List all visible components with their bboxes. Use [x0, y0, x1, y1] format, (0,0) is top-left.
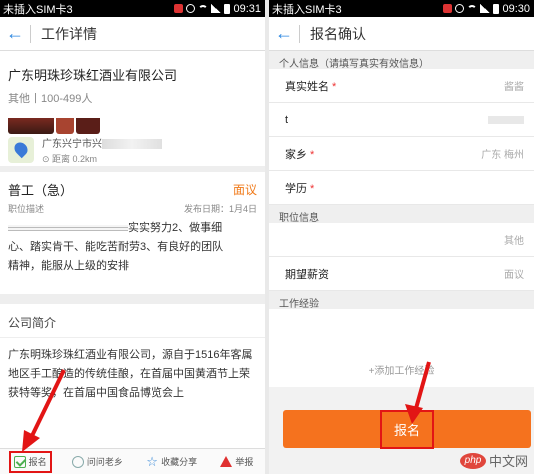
bottom-action-bar: 报名 问问老乡 ☆ 收藏分享 举报	[0, 448, 265, 474]
back-arrow-icon[interactable]: ←	[0, 17, 30, 51]
hometown-value: 广东 梅州	[481, 150, 524, 161]
header: ← 工作详情	[0, 17, 265, 51]
header: ← 报名确认	[269, 17, 534, 51]
alarm-icon	[186, 4, 196, 13]
favorite-share-button[interactable]: ☆ 收藏分享	[143, 451, 200, 473]
job-info-header: 职位信息	[269, 205, 534, 224]
clock: 09:31	[233, 2, 261, 15]
company-meta: 其他丨100-499人	[8, 93, 93, 105]
page-title: 工作详情	[41, 25, 97, 42]
warning-icon	[220, 456, 233, 467]
battery-icon	[493, 3, 500, 14]
name-value: 酱酱	[504, 82, 524, 93]
job-description: 实实努力2、做事细 心、踏实肯干、能吃苦耐劳3、有良好的团队 精神，能服从上级的…	[8, 222, 224, 272]
job-title: 普工（急）	[8, 182, 74, 198]
add-experience-link[interactable]: +添加工作经验	[369, 362, 435, 377]
location-row[interactable]: 广东兴宁市兴 ⊙ 距离 0.2km	[0, 134, 265, 172]
submit-label: 报名	[379, 409, 434, 449]
status-bar: 未插入SIM卡3 09:30	[269, 0, 534, 17]
photo-thumbnail[interactable]	[56, 118, 74, 134]
expected-salary-field[interactable]: 期望薪资 面议	[269, 257, 534, 291]
job-type-field[interactable]: 其他	[269, 223, 534, 257]
apply-icon	[13, 455, 26, 468]
alarm-icon	[455, 4, 465, 13]
signal-icon	[480, 4, 491, 13]
carrier-label: 未插入SIM卡3	[3, 3, 73, 16]
clock: 09:30	[502, 2, 530, 15]
publish-date: 发布日期：1月4日	[183, 204, 257, 214]
php-logo: php	[459, 452, 486, 469]
expected-salary-value: 面议	[504, 270, 524, 281]
distance-text: 距离 0.2km	[52, 154, 98, 164]
salary: 面议	[232, 182, 257, 197]
personal-info-header: 个人信息（请填写真实有效信息）	[269, 51, 534, 70]
photo-thumbnail[interactable]	[8, 118, 54, 134]
apply-button[interactable]: 报名	[8, 450, 52, 473]
carrier-label: 未插入SIM卡3	[272, 3, 342, 16]
phone-field[interactable]: t	[269, 103, 534, 137]
education-field[interactable]: 学历 *	[269, 171, 534, 205]
name-field[interactable]: 真实姓名 * 酱酱	[269, 69, 534, 103]
experience-header: 工作经验	[269, 291, 534, 310]
people-icon	[71, 455, 84, 468]
address-text: 广东兴宁市兴	[42, 139, 102, 150]
hometown-field[interactable]: 家乡 * 广东 梅州	[269, 137, 534, 171]
job-desc-label: 职位描述	[8, 204, 45, 214]
wifi-icon	[467, 4, 478, 13]
photo-thumbnail[interactable]	[76, 118, 100, 134]
job-type-value: 其他	[504, 236, 524, 247]
company-name: 广东明珠珍珠红酒业有限公司	[8, 68, 178, 83]
status-bar: 未插入SIM卡3 09:31	[0, 0, 265, 17]
company-info[interactable]: 广东明珠珍珠红酒业有限公司 其他丨100-499人	[0, 51, 265, 112]
report-button[interactable]: 举报	[217, 451, 256, 473]
section-divider	[0, 294, 265, 304]
watermark: php 中文网	[459, 451, 528, 470]
ask-fellow-button[interactable]: 问问老乡	[69, 451, 126, 473]
submit-apply-button[interactable]: 报名	[283, 409, 531, 449]
company-photos[interactable]	[0, 112, 265, 134]
map-pin-icon	[8, 137, 34, 163]
battery-icon	[224, 3, 231, 14]
app-notification-icon	[174, 4, 184, 13]
job-info: 普工（急） 面议 职位描述 发布日期：1月4日 实实努力2、做事细 心、踏实肯干…	[0, 172, 265, 282]
wifi-icon	[198, 4, 209, 13]
job-detail-screen: 未插入SIM卡3 09:31 ← 工作详情 广东明珠珍珠红酒业有限公司 其他丨1…	[0, 0, 265, 474]
signal-icon	[211, 4, 222, 13]
apply-confirm-screen: 未插入SIM卡3 09:30 ← 报名确认 个人信息（请填写真实有效信息） 真实…	[269, 0, 534, 474]
app-notification-icon	[443, 4, 453, 13]
star-icon: ☆	[146, 453, 158, 469]
intro-title: 公司简介	[0, 304, 265, 338]
back-arrow-icon[interactable]: ←	[269, 17, 299, 51]
page-title: 报名确认	[310, 25, 366, 42]
experience-area: +添加工作经验	[269, 309, 534, 387]
company-intro: 广东明珠珍珠红酒业有限公司，源自于1516年客属地区手工酿造的传统佳酿，在首届中…	[8, 349, 253, 399]
